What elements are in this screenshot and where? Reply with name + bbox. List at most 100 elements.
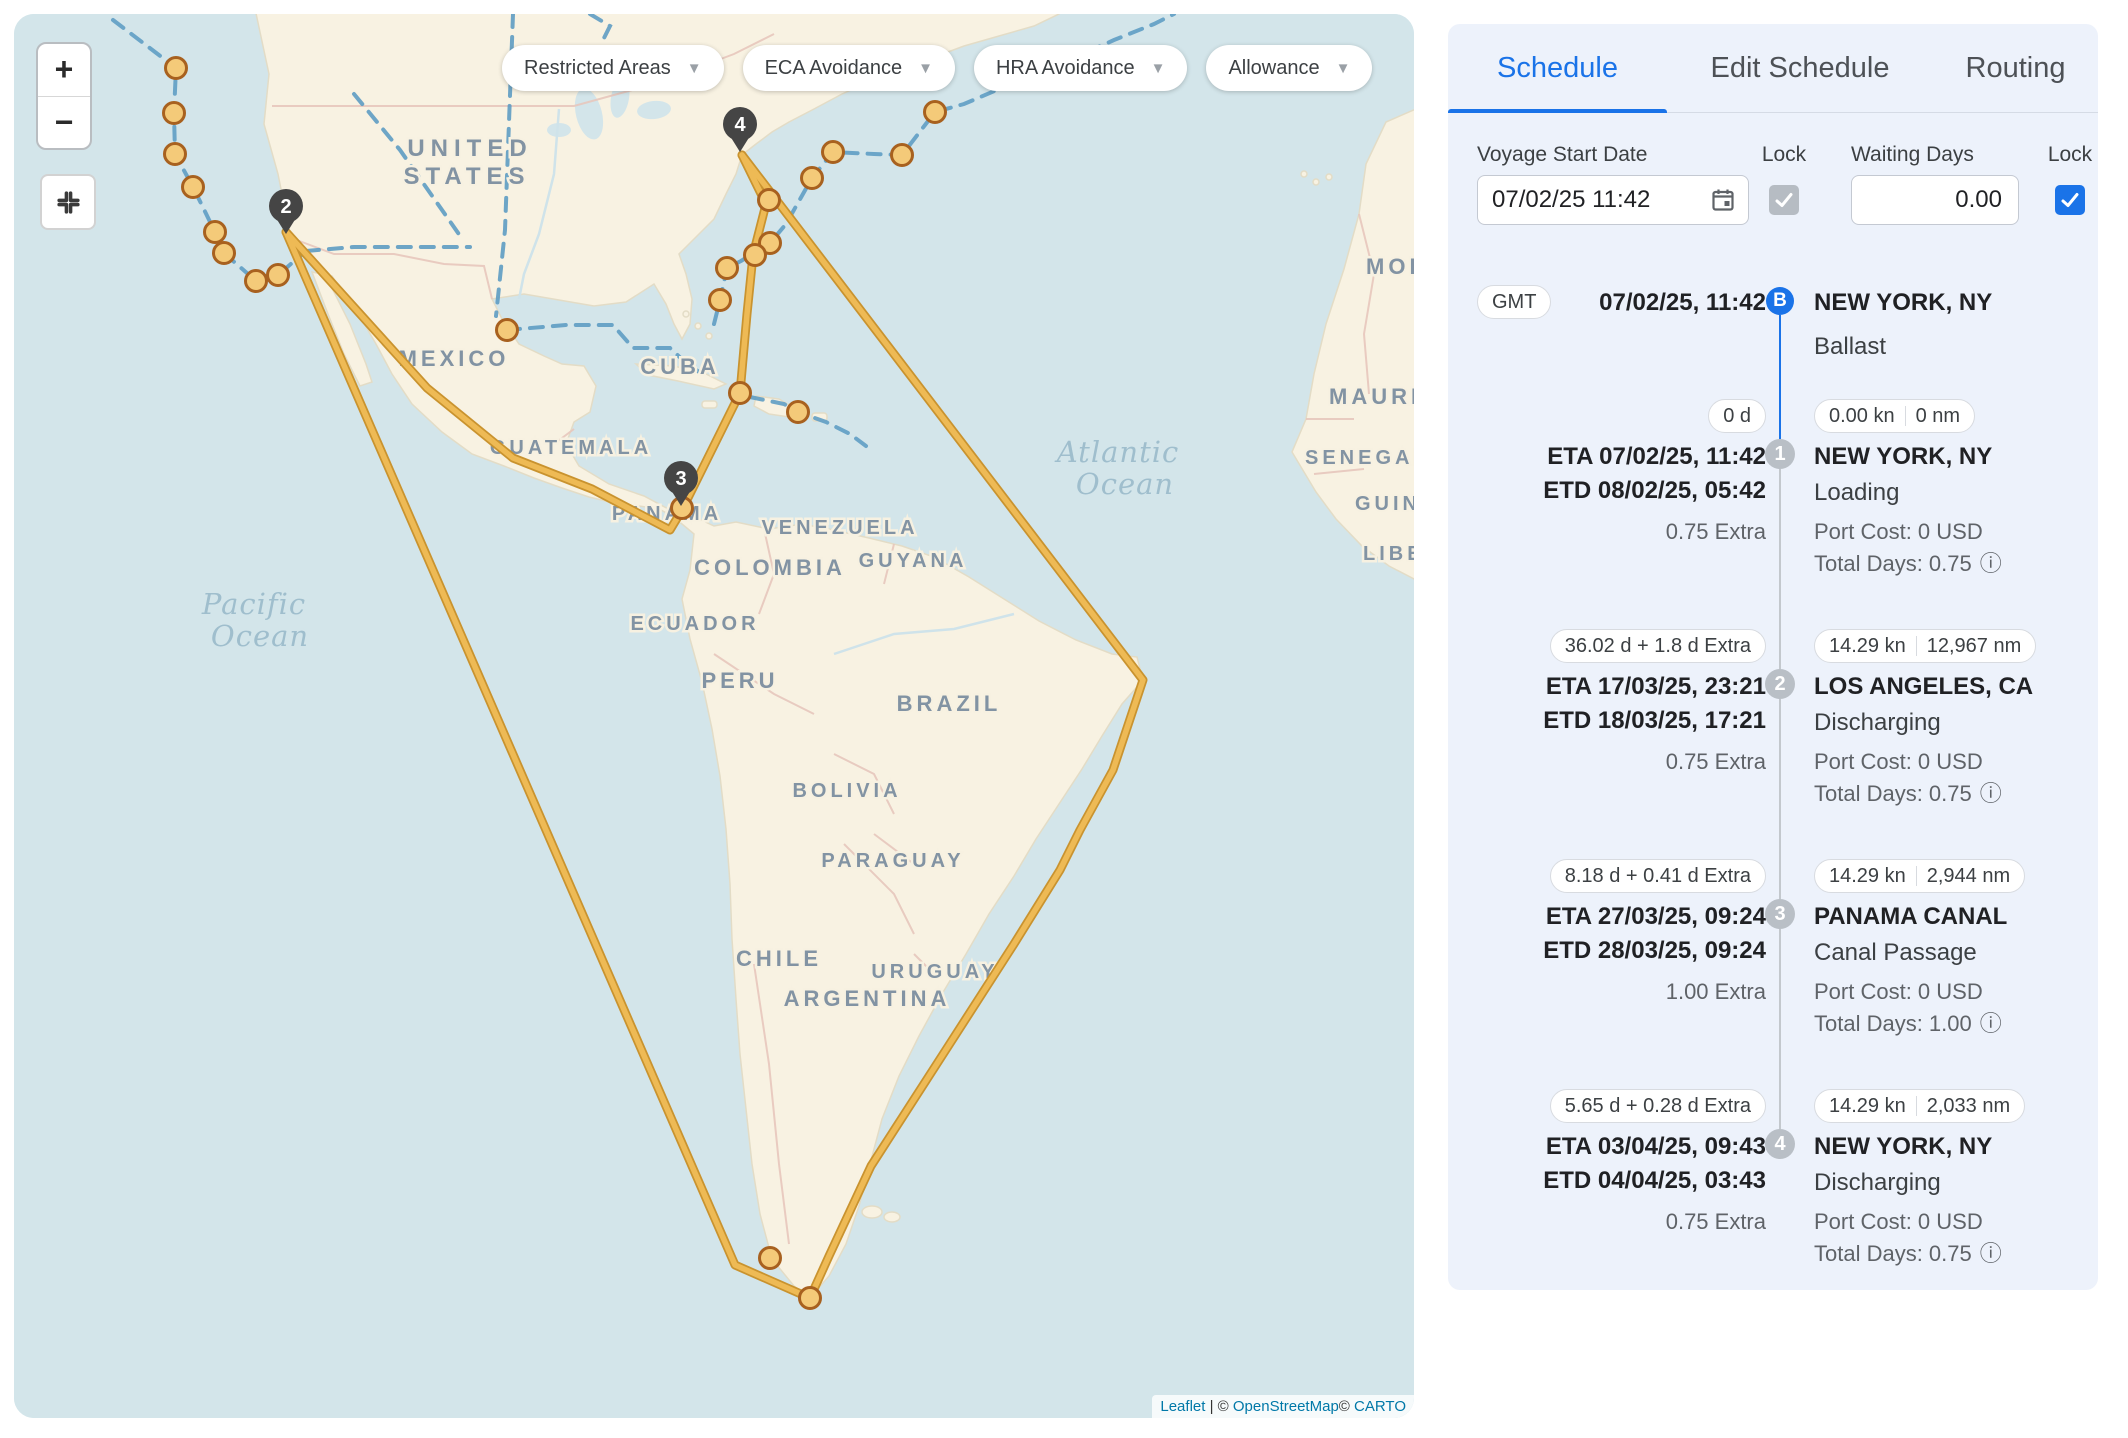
fit-bounds-button[interactable] [40,174,96,230]
tab-schedule[interactable]: Schedule [1448,24,1667,112]
route-waypoint[interactable] [164,103,185,124]
route-waypoint[interactable] [205,222,226,243]
port-name: PANAMA CANAL [1814,903,2007,931]
timeline-axis [1779,629,1781,669]
timeline-axis [1779,699,1781,859]
filter-restricted-areas[interactable]: Restricted Areas ▼ [502,45,724,91]
info-icon[interactable]: ⓘ [1980,1013,2002,1035]
svg-text:3: 3 [675,468,686,490]
map-label-bolivia: BOLIVIA [792,780,901,802]
stop-marker: 3 [1765,899,1795,929]
route-waypoint[interactable] [760,1248,781,1269]
route-waypoint[interactable] [788,402,809,423]
total-days: Total Days: 0.75 ⓘ [1814,551,2002,577]
stop-extra-days: 0.75 Extra [1666,1209,1766,1235]
voyage-start-date-field[interactable] [1477,175,1749,225]
route-waypoint[interactable] [717,258,738,279]
leaflet-link[interactable]: Leaflet [1160,1398,1205,1415]
map-label-ecuador: ECUADOR [630,613,759,635]
route-waypoint[interactable] [823,142,844,163]
route-waypoint[interactable] [166,58,187,79]
map-canvas[interactable]: UNITED STATES MEXICO CUBA GUATEMALA PANA… [14,14,1414,1418]
lock-label: Lock [2046,143,2094,167]
map-label-atlantic-ocean: Ocean [1076,467,1174,501]
filter-eca-avoidance[interactable]: ECA Avoidance ▼ [743,45,955,91]
map-label-paraguay: PARAGUAY [821,850,964,872]
filter-allowance[interactable]: Allowance ▼ [1206,45,1372,91]
map-label-cuba: CUBA [640,354,720,379]
start-datetime: 07/02/25, 11:42 [1599,289,1766,317]
stop-etd: ETD 18/03/25, 17:21 [1543,707,1766,735]
map-filter-bar: Restricted Areas ▼ ECA Avoidance ▼ HRA A… [502,45,1372,91]
route-waypoint[interactable] [892,145,913,166]
map-label-united-states: UNITED [407,135,532,162]
map-label-guyana: GUYANA [859,550,968,572]
stop-eta: ETA 03/04/25, 09:43 [1546,1133,1766,1161]
check-icon [2060,190,2080,210]
port-name: LOS ANGELES, CA [1814,673,2033,701]
leg-speed-distance-badge: 0.00 kn0 nm [1814,399,1975,433]
route-waypoint[interactable] [246,271,267,292]
stop-etd: ETD 08/02/25, 05:42 [1543,477,1766,505]
timeline-stop-row: 5.65 d + 0.28 d Extra 14.29 kn2,033 nm 4… [1477,1089,2069,1289]
calendar-icon[interactable] [1710,187,1736,213]
lock-label: Lock [1760,143,1808,167]
port-name: NEW YORK, NY [1814,443,1992,471]
filter-label: Allowance [1228,57,1319,80]
leg-duration-badge: 8.18 d + 0.41 d Extra [1550,859,1766,893]
route-waypoint[interactable] [745,245,766,266]
info-icon[interactable]: ⓘ [1980,783,2002,805]
map-attribution: Leaflet | © OpenStreetMap© CARTO [1152,1395,1414,1418]
check-icon [1774,190,1794,210]
port-cost: Port Cost: 0 USD [1814,979,1983,1005]
waiting-days-label: Waiting Days [1851,143,1974,167]
leg-speed-distance-badge: 14.29 kn2,033 nm [1814,1089,2025,1123]
leg-duration-badge: 36.02 d + 1.8 d Extra [1550,629,1766,663]
carto-link[interactable]: CARTO [1354,1398,1406,1415]
filter-label: ECA Avoidance [765,57,903,80]
timeline-axis [1779,469,1781,629]
stop-extra-days: 0.75 Extra [1666,749,1766,775]
route-waypoint[interactable] [800,1288,821,1309]
total-days: Total Days: 0.75 ⓘ [1814,781,2002,807]
route-waypoint[interactable] [268,265,289,286]
leg-speed-distance-badge: 14.29 kn12,967 nm [1814,629,2036,663]
zoom-out-button[interactable]: − [38,97,90,149]
route-waypoint[interactable] [165,144,186,165]
voyage-start-date-input[interactable] [1490,185,1694,215]
timeline-axis [1779,315,1781,399]
route-waypoint[interactable] [497,320,518,341]
map-label-united-states: STATES [403,163,530,190]
tab-routing[interactable]: Routing [1933,24,2098,112]
leg-duration-badge: 0 d [1708,399,1766,433]
info-icon[interactable]: ⓘ [1980,1243,2002,1265]
route-waypoint[interactable] [710,290,731,311]
info-icon[interactable]: ⓘ [1980,553,2002,575]
voyage-start-lock-checkbox[interactable] [1769,185,1799,215]
tab-edit-schedule[interactable]: Edit Schedule [1667,24,1933,112]
panel-tabs: Schedule Edit Schedule Routing [1448,24,2098,113]
waiting-days-field[interactable] [1851,175,2019,225]
route-waypoint[interactable] [802,168,823,189]
route-waypoint[interactable] [730,383,751,404]
waiting-days-input[interactable] [1866,185,2004,215]
route-waypoint[interactable] [183,177,204,198]
route-waypoint[interactable] [925,102,946,123]
route-waypoint[interactable] [214,243,235,264]
chevron-down-icon: ▼ [1151,60,1166,77]
stop-eta: ETA 27/03/25, 09:24 [1546,903,1766,931]
route-waypoint[interactable] [759,190,780,211]
filter-hra-avoidance[interactable]: HRA Avoidance ▼ [974,45,1187,91]
waiting-days-lock-checkbox[interactable] [2055,185,2085,215]
osm-link[interactable]: OpenStreetMap [1233,1398,1339,1415]
zoom-in-button[interactable]: + [38,44,90,97]
operation-type: Loading [1814,479,1899,507]
timeline-start-row: GMT 07/02/25, 11:42 B NEW YORK, NY Balla… [1477,285,2069,399]
stop-etd: ETD 28/03/25, 09:24 [1543,937,1766,965]
map-container[interactable]: UNITED STATES MEXICO CUBA GUATEMALA PANA… [14,14,1414,1418]
map-label-argentina: ARGENTINA [784,986,951,1011]
port-cost: Port Cost: 0 USD [1814,519,1983,545]
chevron-down-icon: ▼ [1336,60,1351,77]
map-label-guinea: GUINE [1355,493,1414,515]
stop-marker: 2 [1765,669,1795,699]
